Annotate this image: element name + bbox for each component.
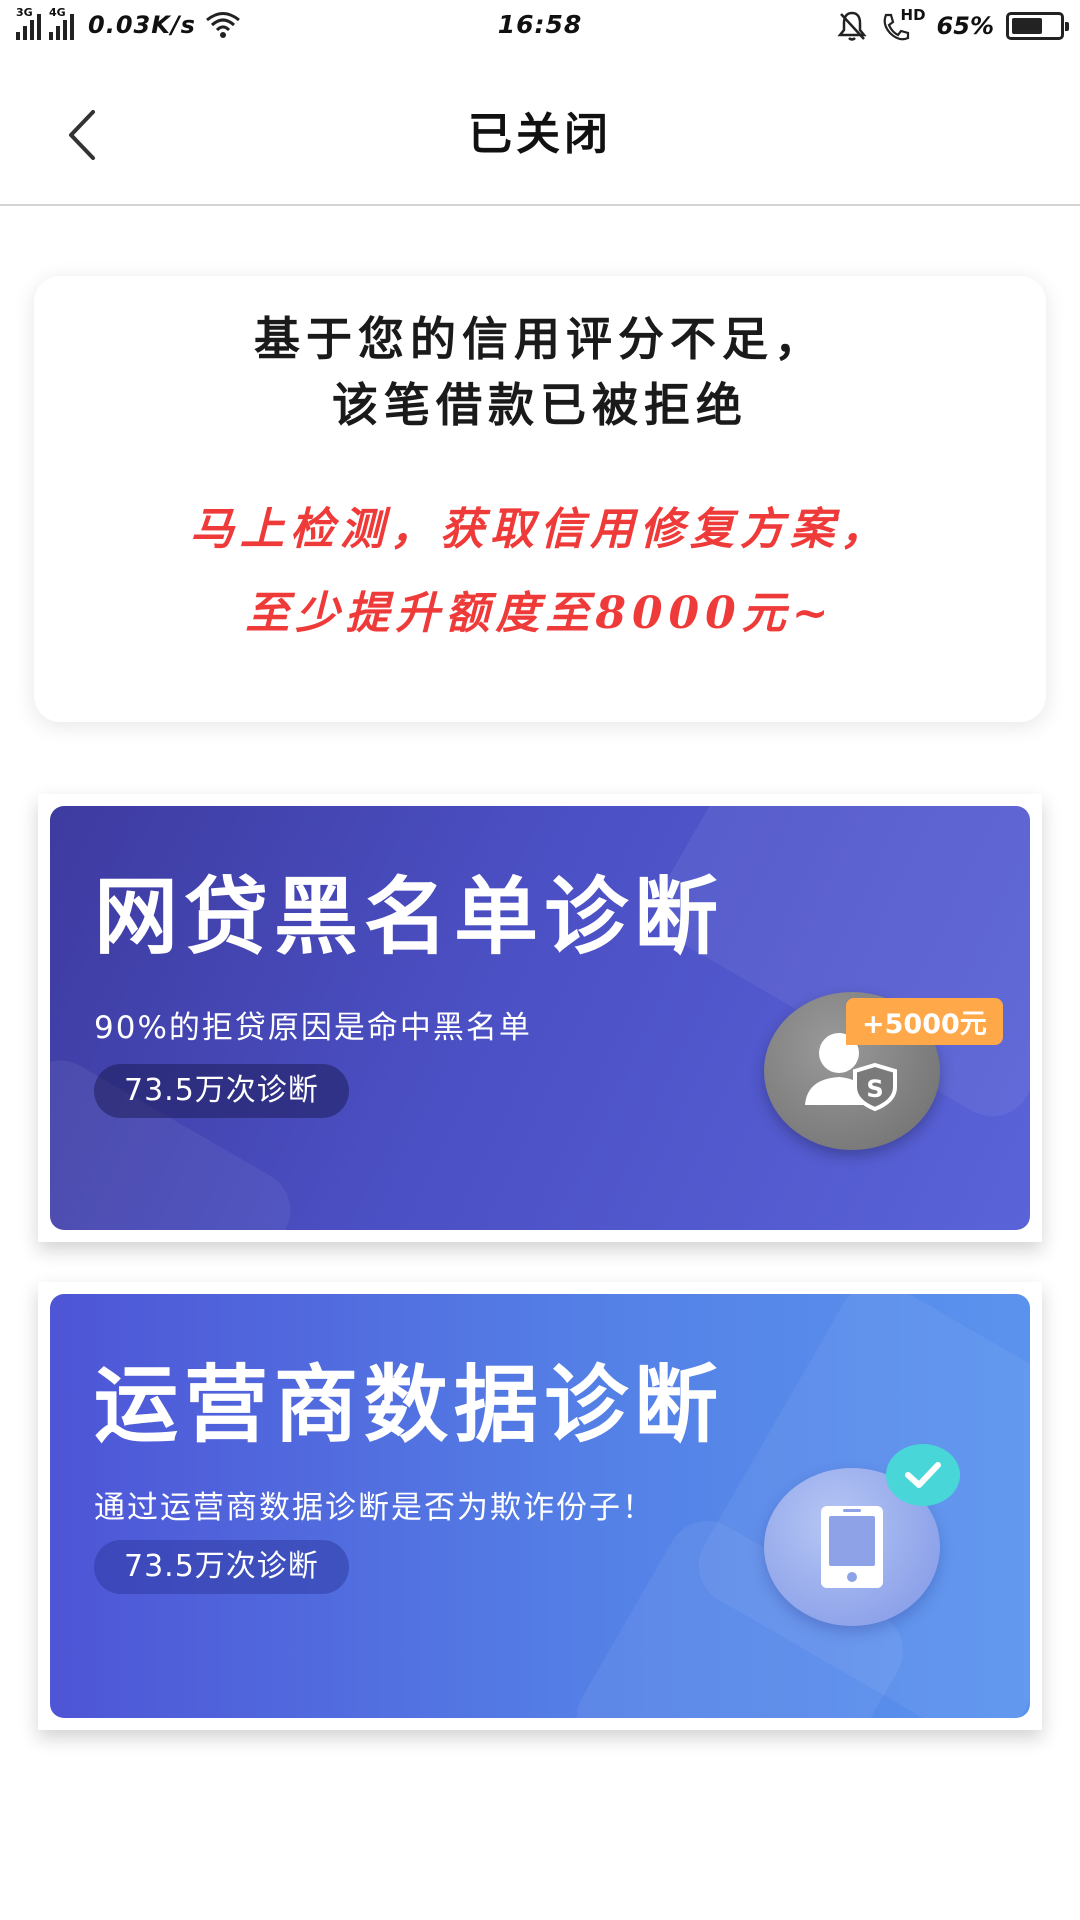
diagnosis-count-pill: 73.5万次诊断 [94,1540,349,1594]
blacklist-banner-card: 网贷黑名单诊断 90%的拒贷原因是命中黑名单 73.5万次诊断 S +5000元 [38,794,1042,1242]
blacklist-diagnosis-banner[interactable]: 网贷黑名单诊断 90%的拒贷原因是命中黑名单 73.5万次诊断 S +5000元 [50,806,1030,1230]
banner-subtitle: 90%的拒贷原因是命中黑名单 [94,1010,532,1046]
banner-title: 网贷黑名单诊断 [94,868,725,966]
battery-percent: 65% [936,12,994,40]
battery-fill [1012,18,1042,34]
hd-call-icon: HD [879,6,926,42]
svg-text:S: S [866,1075,883,1103]
hd-label: HD [900,6,926,24]
check-icon [905,1462,941,1488]
carrier-data-diagnosis-banner[interactable]: 运营商数据诊断 通过运营商数据诊断是否为欺诈份子！ 73.5万次诊断 [50,1294,1030,1718]
status-right: HD 65% [836,6,1069,42]
rejection-notice-card: 基于您的信用评分不足， 该笔借款已被拒绝 马上检测，获取信用修复方案， 至少提升… [34,276,1046,722]
check-badge [886,1444,960,1506]
phone-icon [821,1506,883,1588]
promo-line-2: 至少提升额度至8000元~ [245,588,835,639]
rejection-message: 基于您的信用评分不足， 该笔借款已被拒绝 [34,306,1046,438]
bonus-amount-tag: +5000元 [846,998,1003,1045]
battery-icon [1006,12,1069,40]
banner-title: 运营商数据诊断 [94,1356,725,1454]
diagnosis-count-pill: 73.5万次诊断 [94,1064,349,1118]
rejection-line-1: 基于您的信用评分不足， [254,312,826,366]
promo-line-1: 马上检测，获取信用修复方案， [190,504,890,555]
page-title: 已关闭 [468,109,612,160]
status-bar: 3G 4G 0.03K/s 16:58 HD 65% [0,0,1080,56]
banner-subtitle: 通过运营商数据诊断是否为欺诈份子！ [94,1490,655,1526]
carrier-banner-card: 运营商数据诊断 通过运营商数据诊断是否为欺诈份子！ 73.5万次诊断 [38,1282,1042,1730]
promo-message: 马上检测，获取信用修复方案， 至少提升额度至8000元~ [34,488,1046,656]
header: 已关闭 [0,56,1080,206]
rejection-line-2: 该笔借款已被拒绝 [332,378,748,432]
mute-bell-icon [836,11,867,41]
